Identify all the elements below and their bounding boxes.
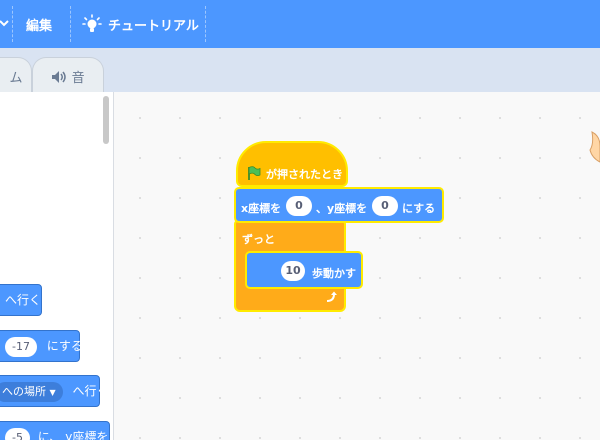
menu-separator bbox=[205, 6, 206, 42]
move-steps-input[interactable]: 10 bbox=[281, 261, 305, 281]
random-position-label: への場所 bbox=[2, 384, 46, 398]
palette-scrollbar[interactable] bbox=[103, 96, 109, 144]
goto-suffix-label: へ行く bbox=[5, 293, 42, 307]
menu-separator bbox=[70, 6, 71, 42]
tutorials-label: チュートリアル bbox=[108, 19, 199, 34]
editor-tabs: ム 音 bbox=[0, 48, 600, 93]
set-x-suffix-label: にする bbox=[46, 339, 83, 353]
chevron-down-icon[interactable] bbox=[0, 18, 10, 28]
chevron-down-icon: ▼ bbox=[49, 387, 56, 397]
tutorials-menu[interactable]: チュートリアル bbox=[82, 12, 200, 36]
goto-random-block-partial[interactable]: への場所 ▼ へ行く bbox=[0, 375, 109, 407]
glide-value-input[interactable]: -5 bbox=[5, 427, 30, 440]
move-steps-label: 歩動かす bbox=[312, 267, 356, 280]
goto-x-input[interactable]: 0 bbox=[286, 196, 312, 216]
tab-sounds[interactable]: 音 bbox=[32, 57, 104, 93]
glide-text-label: に、 y座標を bbox=[37, 430, 109, 440]
glide-block-partial[interactable]: -5 に、 y座標を bbox=[0, 421, 110, 440]
forever-block[interactable]: ずっと bbox=[234, 220, 346, 252]
green-flag-icon bbox=[248, 166, 261, 180]
when-flag-clicked-block[interactable]: が押されたとき bbox=[236, 141, 348, 187]
speaker-icon bbox=[52, 71, 67, 83]
goto-random-suffix-label: へ行く bbox=[72, 384, 109, 398]
tab-costumes-label: ム bbox=[9, 71, 23, 86]
menu-separator bbox=[12, 6, 13, 42]
forever-label: ずっと bbox=[242, 233, 275, 246]
set-x-block-partial[interactable]: -17 にする bbox=[0, 330, 83, 362]
tab-sounds-label: 音 bbox=[71, 71, 85, 86]
set-x-value-input[interactable]: -17 bbox=[5, 336, 37, 357]
block-palette: へ行く -17 にする への場所 ▼ へ行く -5 に、 y座標を bbox=[0, 92, 114, 440]
goto-x-label: x座標を bbox=[241, 202, 282, 215]
sprite-cat-partial bbox=[589, 131, 600, 163]
goto-suffix-label: にする bbox=[402, 202, 436, 215]
goto-y-input[interactable]: 0 bbox=[372, 196, 398, 216]
when-flag-clicked-label: が押されたとき bbox=[266, 168, 343, 181]
loop-arrow-icon bbox=[326, 291, 337, 302]
lightbulb-icon bbox=[82, 14, 102, 32]
menu-bar: 編集 チュートリアル bbox=[0, 0, 600, 48]
edit-menu[interactable]: 編集 bbox=[26, 15, 52, 34]
move-steps-block[interactable]: 10 歩動かす bbox=[245, 251, 363, 289]
random-position-dropdown[interactable]: への場所 ▼ bbox=[0, 381, 63, 402]
goto-block-partial[interactable]: へ行く bbox=[0, 284, 42, 316]
goto-y-label: 、y座標を bbox=[316, 202, 368, 215]
goto-xy-block[interactable]: x座標を 0 、y座標を 0 にする bbox=[234, 187, 444, 223]
forever-block-bottom bbox=[234, 288, 346, 312]
tab-costumes[interactable]: ム bbox=[0, 57, 32, 93]
